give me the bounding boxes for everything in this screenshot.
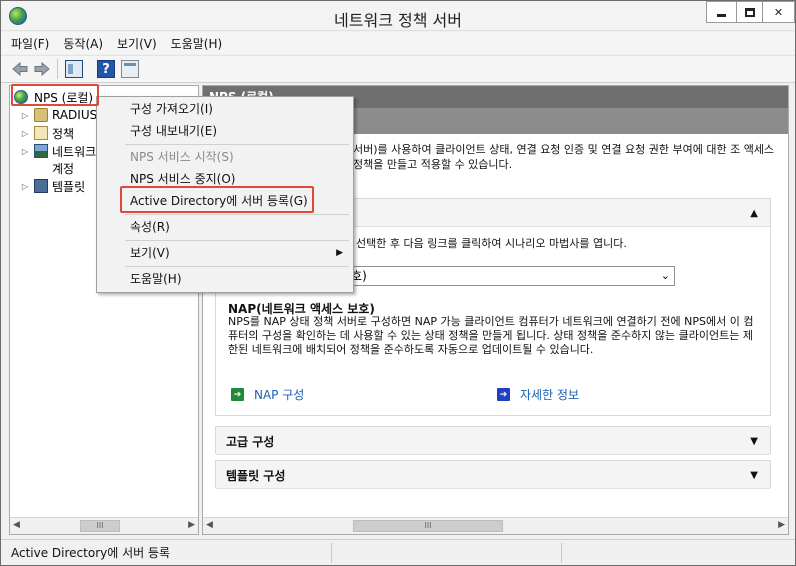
scroll-right-icon[interactable]: ▶ [188, 520, 195, 530]
console-tree-icon[interactable] [65, 60, 83, 78]
minimize-button[interactable] [706, 1, 736, 23]
ctx-help[interactable]: 도움말(H) [97, 268, 353, 290]
network-access-icon [34, 144, 48, 158]
scroll-left-icon[interactable]: ◀ [206, 520, 213, 530]
menu-action[interactable]: 동작(A) [63, 35, 103, 52]
ctx-export-config[interactable]: 구성 내보내기(E) [97, 120, 353, 142]
ctx-import-config[interactable]: 구성 가져오기(I) [97, 98, 353, 120]
configure-nap-label: NAP 구성 [254, 388, 305, 402]
close-button[interactable]: ✕ [762, 1, 795, 23]
chevron-down-icon: ⌄ [660, 269, 670, 282]
scroll-thumb[interactable]: III [80, 520, 120, 532]
highlight-register-ad [120, 186, 314, 213]
status-divider [561, 543, 562, 563]
maximize-icon [744, 7, 755, 17]
help-icon[interactable]: ? [97, 60, 115, 78]
learn-more-link[interactable]: ➔ 자세한 정보 [497, 386, 579, 403]
app-window: 네트워크 정책 서버 ✕ 파일(F) 동작(A) 보기(V) 도움말(H) ? … [0, 0, 796, 566]
scroll-right-icon[interactable]: ▶ [778, 520, 785, 530]
tree-item-label: RADIUS [52, 108, 98, 122]
expand-icon[interactable]: ▷ [20, 129, 30, 138]
tree-item-accounting[interactable]: 계정 [30, 159, 74, 177]
menu-bar: 파일(F) 동작(A) 보기(V) 도움말(H) [1, 32, 795, 54]
ctx-properties[interactable]: 속성(R) [97, 216, 353, 238]
ctx-start-nps: NPS 서비스 시작(S) [130, 150, 234, 164]
nap-description: NPS를 NAP 상태 정책 서버로 구성하면 NAP 가능 클라이언트 컴퓨터… [228, 315, 754, 356]
menu-separator [125, 214, 349, 215]
tree-item-policies[interactable]: ▷ 정책 [20, 124, 74, 142]
right-horizontal-scrollbar[interactable]: ◀ III ▶ [203, 517, 788, 534]
info-arrow-icon: ➔ [497, 388, 510, 401]
advanced-config-header[interactable]: 고급 구성 ▼ [216, 427, 770, 455]
expand-icon[interactable]: ▷ [20, 111, 30, 120]
tree-item-label: 네트워크 [52, 144, 97, 159]
left-horizontal-scrollbar[interactable]: ◀ III ▶ [10, 517, 198, 534]
template-icon [34, 179, 48, 193]
scroll-left-icon[interactable]: ◀ [13, 520, 20, 530]
advanced-config-card[interactable]: 고급 구성 ▼ [215, 426, 771, 455]
toolbar: ? [1, 55, 795, 83]
advanced-config-title: 고급 구성 [226, 435, 275, 449]
tree-item-label: 계정 [52, 161, 75, 176]
collapse-icon[interactable]: ▲ [750, 208, 758, 219]
forward-arrow-icon[interactable] [33, 60, 51, 78]
tree-item-radius[interactable]: ▷ RADIUS [20, 106, 97, 124]
back-arrow-icon[interactable] [11, 60, 29, 78]
ctx-view[interactable]: 보기(V) ▶ [97, 242, 353, 264]
expand-icon[interactable]: ▷ [20, 182, 30, 191]
menu-help[interactable]: 도움말(H) [171, 35, 223, 52]
accounting-icon [34, 161, 48, 175]
tree-item-label: 정책 [52, 126, 75, 141]
expand-down-icon[interactable]: ▼ [750, 470, 758, 481]
tree-item-label: 템플릿 [52, 179, 86, 194]
expand-down-icon[interactable]: ▼ [750, 436, 758, 447]
go-arrow-icon: ➔ [231, 388, 244, 401]
tree-item-network[interactable]: ▷ 네트워크 [20, 142, 96, 160]
policy-icon [34, 126, 48, 140]
menu-separator [125, 266, 349, 267]
ctx-view-label: 보기(V) [130, 246, 170, 260]
status-text: Active Directory에 서버 등록 [11, 546, 171, 560]
status-bar: Active Directory에 서버 등록 [1, 539, 795, 565]
toolbar-separator [57, 59, 58, 79]
folder-icon [34, 108, 48, 122]
configure-nap-link[interactable]: ➔ NAP 구성 [231, 386, 304, 403]
template-config-header[interactable]: 템플릿 구성 ▼ [216, 461, 770, 489]
menu-separator [125, 240, 349, 241]
tree-item-templates[interactable]: ▷ 템플릿 [20, 177, 85, 195]
maximize-button[interactable] [736, 1, 762, 23]
scenario-hint: 선택한 후 다음 링크를 클릭하여 시나리오 마법사를 엽니다. [356, 237, 627, 250]
status-divider [331, 543, 332, 563]
highlight-nps-root [11, 84, 99, 106]
menu-separator [125, 144, 349, 145]
window-title: 네트워크 정책 서버 [334, 11, 462, 30]
title-bar: 네트워크 정책 서버 ✕ [1, 1, 795, 31]
menu-view[interactable]: 보기(V) [117, 35, 157, 52]
learn-more-label: 자세한 정보 [520, 388, 580, 402]
intro-text: 서버)를 사용하여 클라이언트 상태, 연결 요청 인증 및 연결 요청 권한 … [353, 143, 775, 171]
scenario-dropdown[interactable]: 보호) ⌄ [333, 266, 675, 286]
submenu-arrow-icon: ▶ [336, 248, 343, 258]
template-config-title: 템플릿 구성 [226, 469, 286, 483]
menu-file[interactable]: 파일(F) [11, 35, 49, 52]
template-config-card[interactable]: 템플릿 구성 ▼ [215, 460, 771, 489]
expand-icon[interactable]: ▷ [20, 147, 30, 156]
show-hide-pane-icon[interactable] [121, 60, 139, 78]
close-icon: ✕ [773, 5, 784, 19]
scroll-thumb[interactable]: III [353, 520, 503, 532]
minimize-icon [717, 13, 726, 17]
